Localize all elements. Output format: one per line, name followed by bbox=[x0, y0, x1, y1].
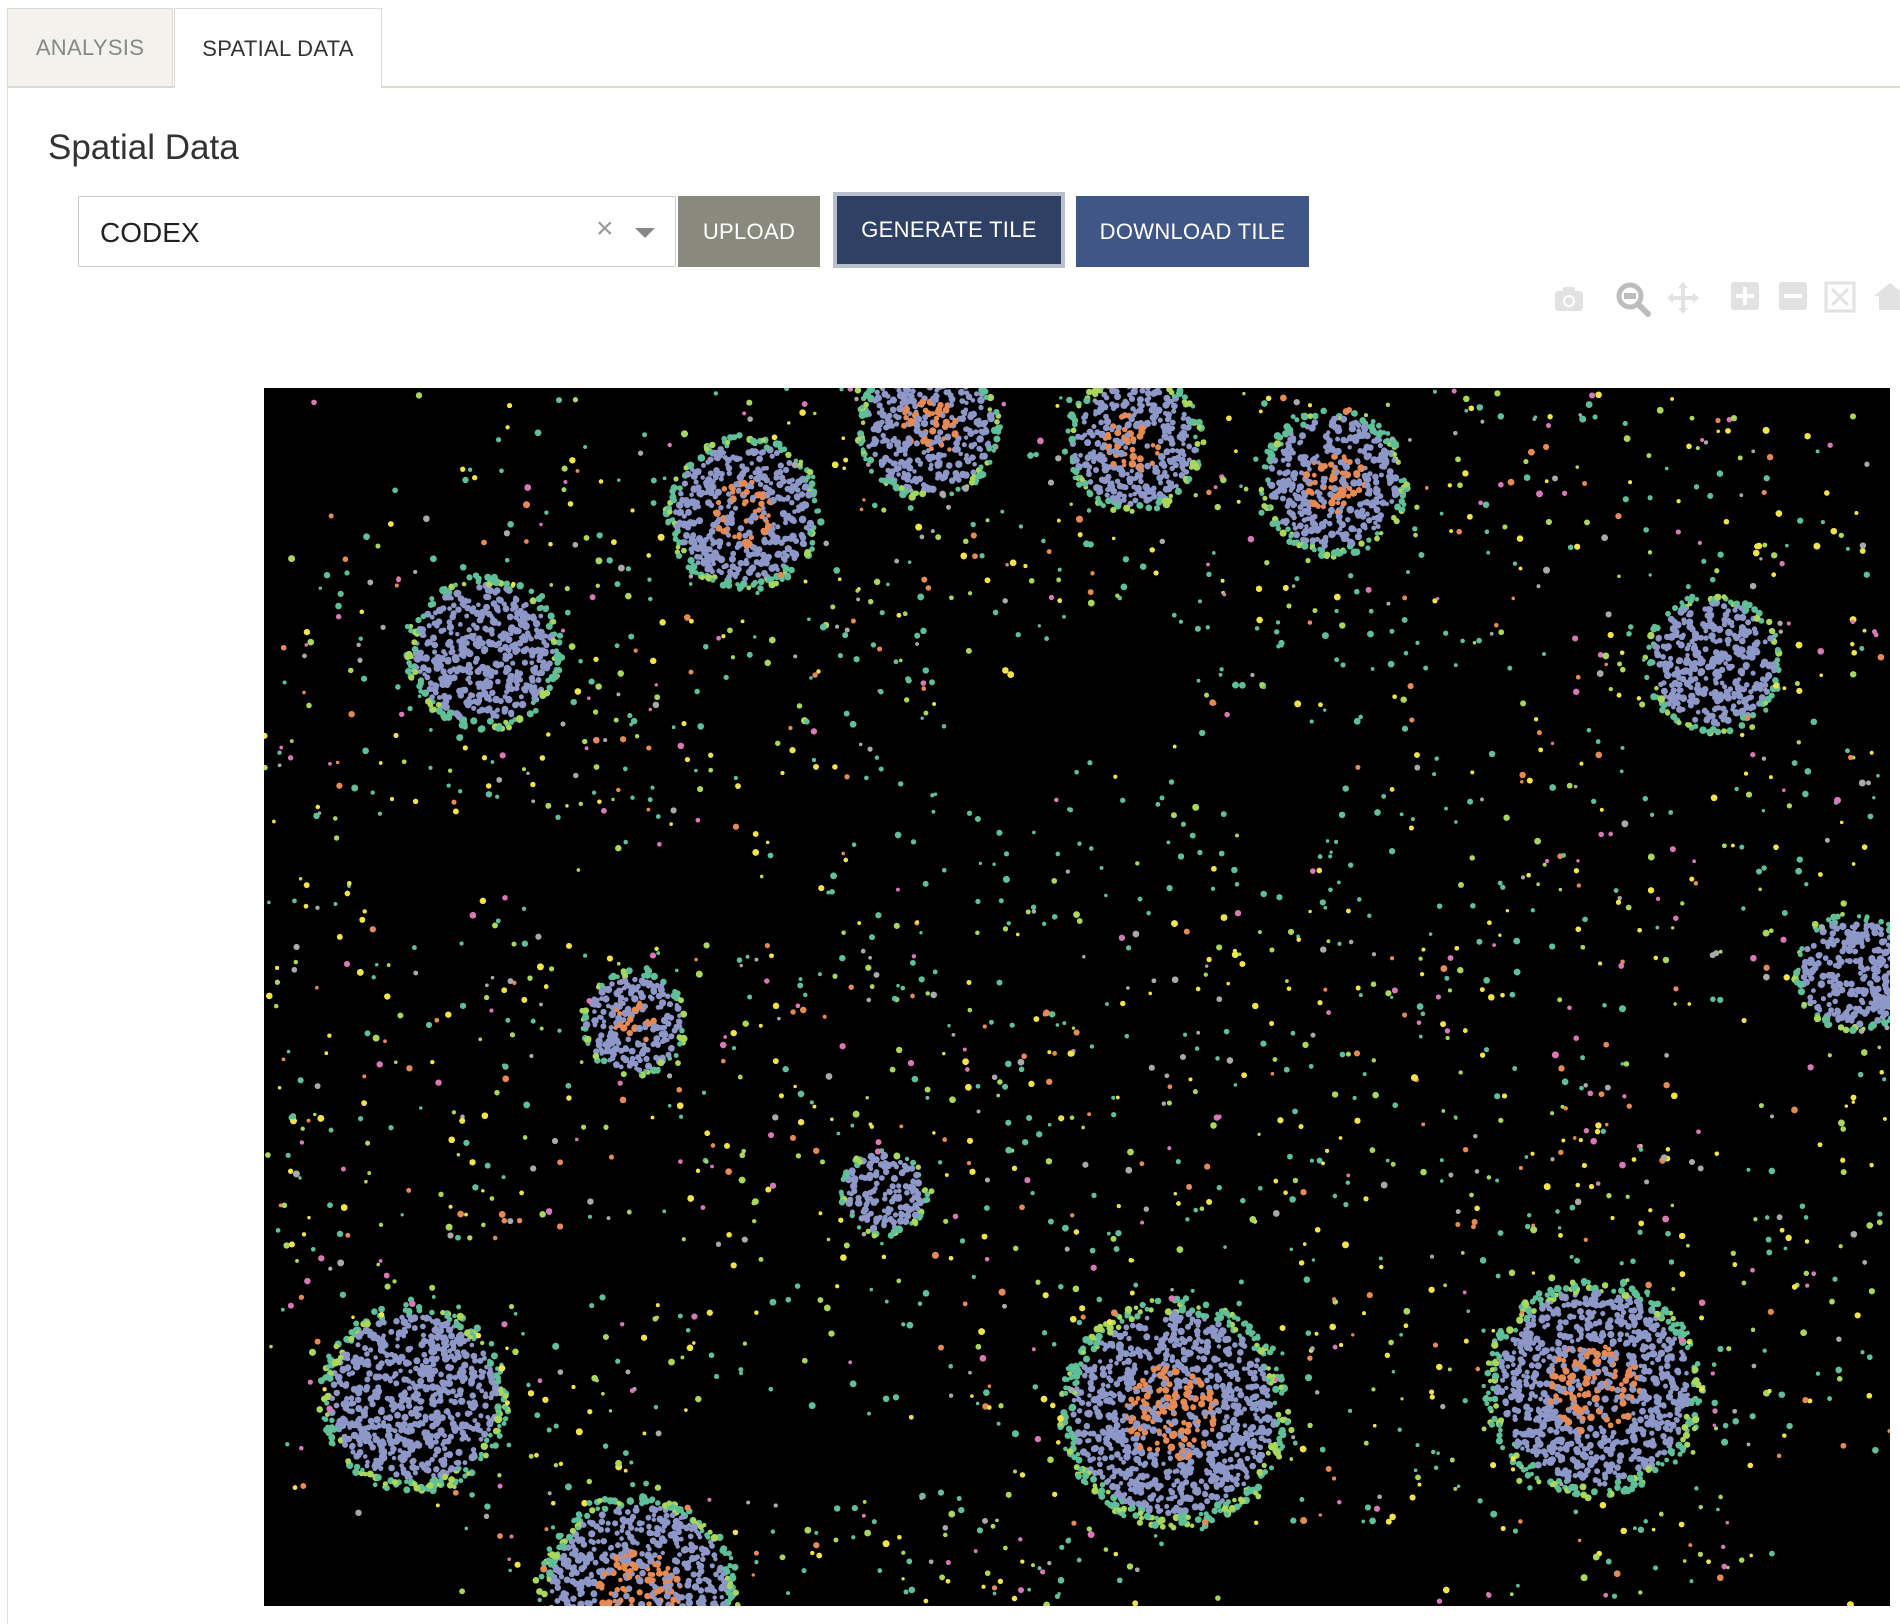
zoom-out-icon[interactable] bbox=[1777, 280, 1809, 312]
tab-spatial-data[interactable]: SPATIAL DATA bbox=[174, 8, 382, 88]
chevron-down-icon[interactable] bbox=[635, 228, 655, 238]
tab-bar: ANALYSIS SPATIAL DATA bbox=[0, 0, 1900, 88]
pan-icon[interactable] bbox=[1665, 280, 1701, 316]
zoom-icon[interactable] bbox=[1614, 280, 1654, 320]
camera-icon[interactable] bbox=[1551, 280, 1587, 316]
download-tile-button[interactable]: DOWNLOAD TILE bbox=[1076, 196, 1309, 267]
upload-button[interactable]: UPLOAD bbox=[678, 196, 820, 267]
tab-analysis[interactable]: ANALYSIS bbox=[7, 8, 173, 86]
zoom-in-icon[interactable] bbox=[1729, 280, 1761, 312]
page-title: Spatial Data bbox=[48, 128, 239, 167]
autoscale-icon[interactable] bbox=[1823, 280, 1857, 314]
dataset-select-value: CODEX bbox=[100, 217, 200, 248]
spatial-tile-image[interactable] bbox=[264, 388, 1890, 1606]
generate-tile-button[interactable]: GENERATE TILE bbox=[833, 192, 1065, 268]
home-icon[interactable] bbox=[1872, 280, 1900, 314]
dataset-select[interactable]: CODEX × bbox=[78, 196, 676, 267]
cell-map bbox=[264, 388, 1890, 1606]
clear-icon[interactable]: × bbox=[596, 211, 614, 247]
content-border bbox=[7, 88, 8, 1624]
